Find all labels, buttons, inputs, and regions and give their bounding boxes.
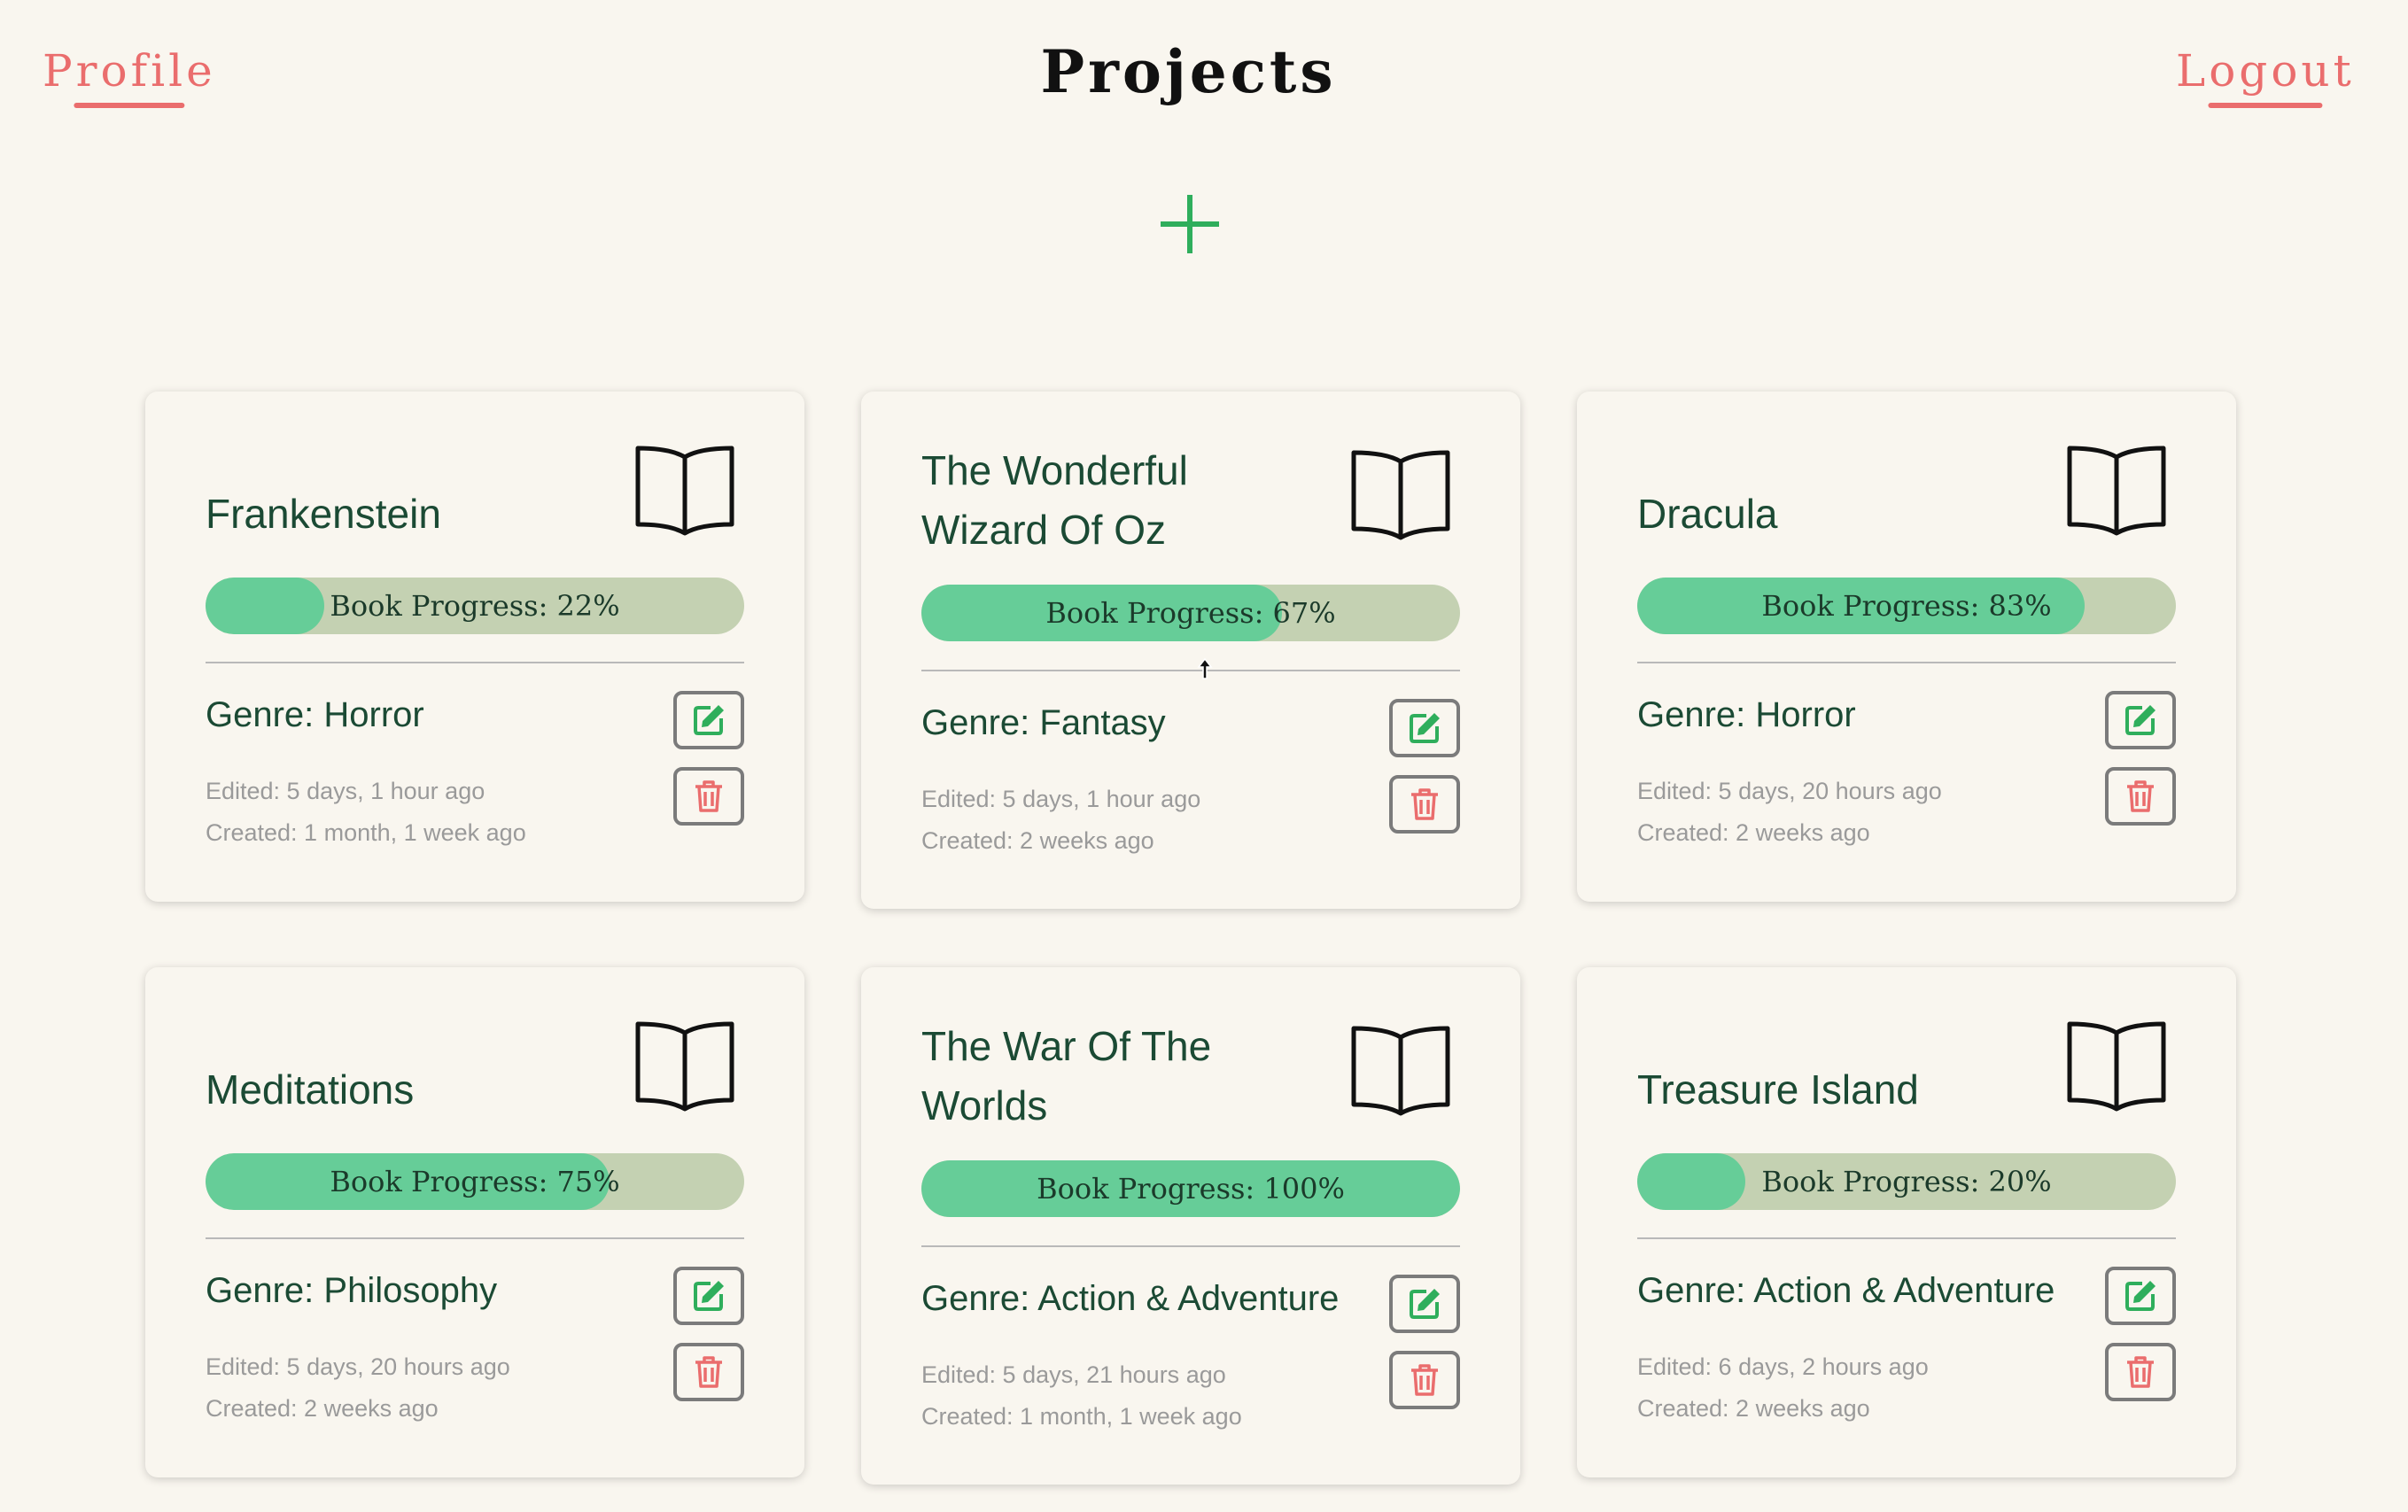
progress-label: Book Progress: 67% [1045,596,1336,630]
delete-button[interactable] [673,767,744,826]
created-timestamp: Created: 2 weeks ago [921,827,1154,854]
open-book-icon [2066,1020,2167,1113]
trash-icon [2127,780,2154,812]
delete-button[interactable] [1389,1351,1460,1409]
edited-timestamp: Edited: 5 days, 21 hours ago [921,1361,1226,1388]
genre-label: Genre: Horror [206,695,424,734]
edit-button[interactable] [673,691,744,749]
projects-page: Profile Projects Logout Frankenstein Boo… [0,0,2408,1512]
divider [921,1245,1460,1247]
project-title: Treasure Island [1637,1066,1919,1113]
progress-label: Book Progress: 83% [1761,589,2052,623]
open-book-icon [2066,445,2167,537]
edit-button[interactable] [2105,1267,2176,1325]
edit-icon [694,705,724,735]
project-card: Treasure Island Book Progress: 20% Genre… [1577,967,2236,1477]
genre-label: Genre: Action & Adventure [1637,1271,2055,1310]
edit-icon [2125,1281,2156,1311]
edited-timestamp: Edited: 6 days, 2 hours ago [1637,1353,1929,1380]
delete-button[interactable] [673,1343,744,1401]
project-card: The Wonderful Wizard Of Oz Book Progress… [861,392,1520,909]
created-timestamp: Created: 1 month, 1 week ago [206,819,526,846]
project-card: Meditations Book Progress: 75% Genre: Ph… [145,967,804,1477]
trash-icon [695,780,722,812]
divider [921,670,1460,671]
open-book-icon [634,1020,735,1113]
delete-button[interactable] [1389,775,1460,834]
edited-timestamp: Edited: 5 days, 20 hours ago [1637,778,1942,804]
book-progress-bar: Book Progress: 100% [921,1160,1460,1217]
created-timestamp: Created: 2 weeks ago [206,1395,439,1422]
edited-timestamp: Edited: 5 days, 1 hour ago [206,778,485,804]
divider [206,1237,744,1239]
book-progress-bar: Book Progress: 22% [206,578,744,634]
divider [206,662,744,663]
book-progress-bar: Book Progress: 67% [921,585,1460,641]
project-title: The War Of The Worlds [921,1023,1212,1128]
project-card: Dracula Book Progress: 83% Genre: Horror… [1577,392,2236,902]
edit-button[interactable] [2105,691,2176,749]
divider [1637,1237,2176,1239]
progress-label: Book Progress: 75% [330,1165,620,1198]
book-progress-bar: Book Progress: 75% [206,1153,744,1210]
created-timestamp: Created: 1 month, 1 week ago [921,1403,1242,1430]
genre-label: Genre: Horror [1637,695,1856,734]
edit-icon [1410,1289,1440,1319]
progress-label: Book Progress: 22% [330,589,620,623]
delete-button[interactable] [2105,1343,2176,1401]
edit-icon [694,1281,724,1311]
edited-timestamp: Edited: 5 days, 1 hour ago [921,786,1201,812]
project-title: The Wonderful Wizard Of Oz [921,447,1188,553]
open-book-icon [1350,1025,1451,1117]
genre-label: Genre: Action & Adventure [921,1279,1340,1318]
book-progress-bar: Book Progress: 20% [1637,1153,2176,1210]
open-book-icon [1350,449,1451,541]
book-progress-bar: Book Progress: 83% [1637,578,2176,634]
trash-icon [2127,1356,2154,1388]
divider [1637,662,2176,663]
genre-label: Genre: Fantasy [921,703,1166,742]
project-title: Dracula [1637,490,1778,537]
genre-label: Genre: Philosophy [206,1271,498,1310]
edit-button[interactable] [673,1267,744,1325]
logout-link[interactable]: Logout [2176,44,2355,97]
edit-icon [1410,713,1440,743]
mouse-cursor-icon [1197,657,1213,679]
edit-button[interactable] [1389,699,1460,757]
project-card: The War Of The Worlds Book Progress: 100… [861,967,1520,1485]
created-timestamp: Created: 2 weeks ago [1637,819,1870,846]
open-book-icon [634,445,735,537]
page-title: Projects [1040,37,1337,106]
trash-icon [1411,1364,1438,1396]
edited-timestamp: Edited: 5 days, 20 hours ago [206,1353,510,1380]
progress-label: Book Progress: 20% [1761,1165,2052,1198]
trash-icon [1411,788,1438,820]
trash-icon [695,1356,722,1388]
progress-label: Book Progress: 100% [1037,1172,1345,1206]
edit-icon [2125,705,2156,735]
project-card: Frankenstein Book Progress: 22% Genre: H… [145,392,804,902]
project-title: Frankenstein [206,490,441,537]
delete-button[interactable] [2105,767,2176,826]
add-project-plus-icon[interactable] [1161,195,1219,253]
project-title: Meditations [206,1066,415,1113]
created-timestamp: Created: 2 weeks ago [1637,1395,1870,1422]
edit-button[interactable] [1389,1275,1460,1333]
